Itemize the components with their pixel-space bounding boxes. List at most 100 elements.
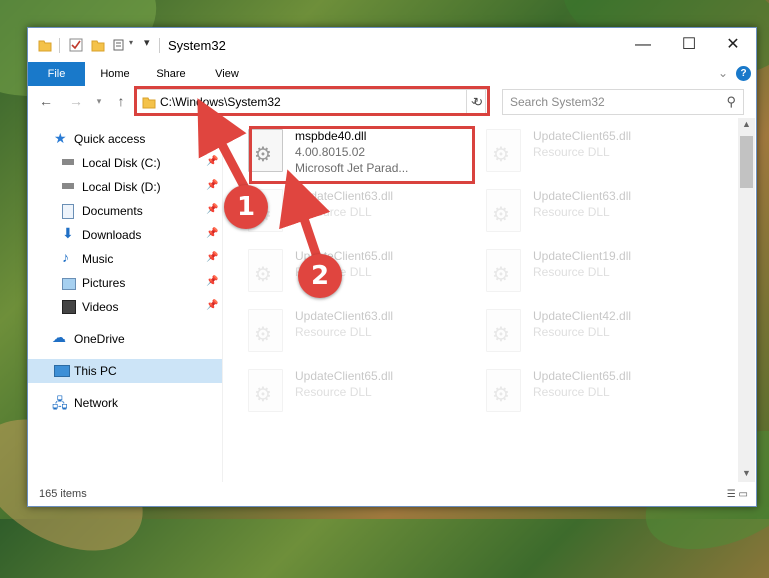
tab-view[interactable]: View <box>202 62 252 86</box>
sidebar-item-music[interactable]: ♪ Music 📌 <box>28 247 222 271</box>
window-title: System32 <box>168 38 226 53</box>
file-name: UpdateClient63.dll <box>533 189 632 203</box>
sidebar-item-label: OneDrive <box>74 332 125 346</box>
sidebar-item-label: Local Disk (C:) <box>82 156 161 170</box>
music-icon: ♪ <box>62 249 69 265</box>
file-name: UpdateClient63.dll <box>295 189 394 203</box>
gear-icon: ⚙ <box>492 324 510 346</box>
search-icon: ⚲ <box>726 94 736 109</box>
sidebar-item-pictures[interactable]: Pictures 📌 <box>28 271 222 295</box>
file-description: Resource DLL <box>533 205 610 219</box>
sidebar-item-onedrive[interactable]: ☁ OneDrive <box>28 327 222 351</box>
scroll-thumb[interactable] <box>740 136 753 188</box>
file-description: Resource DLL <box>295 325 372 339</box>
gear-icon: ⚙ <box>492 384 510 406</box>
file-description: Resource DLL <box>533 265 610 279</box>
pin-icon[interactable]: 📌 <box>206 228 218 239</box>
star-icon: ★ <box>54 130 67 146</box>
sidebar-item-label: Downloads <box>82 228 142 242</box>
documents-icon <box>62 204 74 219</box>
back-arrow-icon[interactable]: ← <box>38 93 54 109</box>
file-item[interactable]: ⚙ UpdateClient65.dll Resource DLL <box>461 362 681 418</box>
step-badge-2: 2 <box>298 254 342 298</box>
up-arrow-icon[interactable]: ↑ <box>113 93 129 109</box>
dll-file-icon: ⚙ <box>486 189 521 232</box>
tab-home[interactable]: Home <box>90 62 140 86</box>
scroll-down-icon[interactable]: ▼ <box>742 468 751 478</box>
search-placeholder: Search System32 <box>510 95 605 109</box>
network-icon: 🖧 <box>52 395 68 411</box>
sidebar-item-network[interactable]: 🖧 Network <box>28 391 222 415</box>
forward-arrow-icon[interactable]: → <box>68 93 84 109</box>
file-description: Resource DLL <box>533 325 610 339</box>
videos-icon <box>62 300 76 314</box>
sidebar-item-label: Videos <box>82 300 119 314</box>
drive-icon <box>62 183 74 189</box>
address-highlight <box>134 86 490 116</box>
file-description: Resource DLL <box>295 385 372 399</box>
file-name: UpdateClient65.dll <box>533 369 632 383</box>
search-box[interactable]: Search System32 ⚲ <box>502 89 744 115</box>
sidebar-item-this-pc[interactable]: This PC <box>28 359 222 383</box>
chevron-down-icon[interactable]: ▾ <box>129 38 133 47</box>
file-item[interactable]: ⚙ UpdateClient63.dll Resource DLL <box>461 182 681 238</box>
tab-share[interactable]: Share <box>146 62 196 86</box>
pictures-icon <box>62 278 76 290</box>
sidebar-item-videos[interactable]: Videos 📌 <box>28 295 222 319</box>
sidebar-item-label: Documents <box>82 204 143 218</box>
sidebar-item-label: Quick access <box>74 132 146 146</box>
dll-file-icon: ⚙ <box>248 309 283 352</box>
expand-ribbon-icon[interactable]: ⌄ <box>718 66 728 80</box>
dll-file-icon: ⚙ <box>486 129 521 172</box>
pin-icon[interactable]: 📌 <box>206 276 218 287</box>
customize-icon[interactable] <box>113 38 127 52</box>
vertical-scrollbar[interactable]: ▲ ▼ <box>738 118 755 482</box>
sidebar-item-downloads[interactable]: ⬇ Downloads 📌 <box>28 223 222 247</box>
toolbar-divider <box>159 38 160 53</box>
ribbon: File Home Share View ⌄ ? <box>28 62 756 86</box>
sidebar-item-label: Network <box>74 396 119 410</box>
sidebar-item-local-disk-d[interactable]: Local Disk (D:) 📌 <box>28 175 222 199</box>
step-badge-1: 1 <box>224 185 268 229</box>
pin-icon[interactable]: 📌 <box>206 204 218 215</box>
maximize-button[interactable]: ☐ <box>666 28 712 62</box>
file-item[interactable]: ⚙ UpdateClient63.dll Resource DLL <box>223 302 443 358</box>
file-item[interactable]: ⚙ UpdateClient65.dll Resource DLL <box>461 122 681 178</box>
dll-file-icon: ⚙ <box>248 249 283 292</box>
quick-access-dropdown-icon[interactable]: ▾ <box>144 36 150 49</box>
new-folder-icon[interactable] <box>91 38 105 52</box>
file-item[interactable]: ⚙ UpdateClient19.dll Resource DLL <box>461 242 681 298</box>
explorer-window: ▾ ▾ System32 — ☐ ✕ File Home Share View … <box>27 27 757 507</box>
file-name: UpdateClient65.dll <box>533 129 632 143</box>
pin-icon[interactable]: 📌 <box>206 300 218 311</box>
sidebar-item-label: Local Disk (D:) <box>82 180 161 194</box>
file-description: Resource DLL <box>295 205 372 219</box>
file-item[interactable]: ⚙ UpdateClient65.dll Resource DLL <box>223 362 443 418</box>
scroll-up-icon[interactable]: ▲ <box>742 119 751 129</box>
file-item[interactable]: ⚙ UpdateClient42.dll Resource DLL <box>461 302 681 358</box>
dll-file-icon: ⚙ <box>486 249 521 292</box>
view-mode-icons[interactable]: ☰ ▭ <box>727 489 748 500</box>
sidebar-item-documents[interactable]: Documents 📌 <box>28 199 222 223</box>
properties-icon[interactable] <box>69 38 83 52</box>
gear-icon: ⚙ <box>492 204 510 226</box>
pin-icon[interactable]: 📌 <box>206 156 218 167</box>
sidebar-item-label: Music <box>82 252 114 266</box>
file-name: UpdateClient42.dll <box>533 309 632 323</box>
computer-icon <box>54 365 70 377</box>
file-name: UpdateClient65.dll <box>295 369 394 383</box>
help-icon[interactable]: ? <box>736 66 751 81</box>
navigation-pane: ★ Quick access Local Disk (C:) 📌 Local D… <box>28 122 222 477</box>
sidebar-item-local-disk-c[interactable]: Local Disk (C:) 📌 <box>28 151 222 175</box>
close-button[interactable]: ✕ <box>710 28 756 62</box>
tab-file[interactable]: File <box>28 62 85 86</box>
minimize-button[interactable]: — <box>620 28 666 62</box>
pin-icon[interactable]: 📌 <box>206 252 218 263</box>
pin-icon[interactable]: 📌 <box>206 180 218 191</box>
recent-locations-icon[interactable]: ▾ <box>91 93 107 109</box>
dll-file-icon: ⚙ <box>248 369 283 412</box>
sidebar-item-quick-access[interactable]: ★ Quick access <box>28 127 222 151</box>
toolbar-divider <box>59 38 60 53</box>
cloud-icon: ☁ <box>52 329 66 345</box>
downloads-icon: ⬇ <box>62 225 74 241</box>
